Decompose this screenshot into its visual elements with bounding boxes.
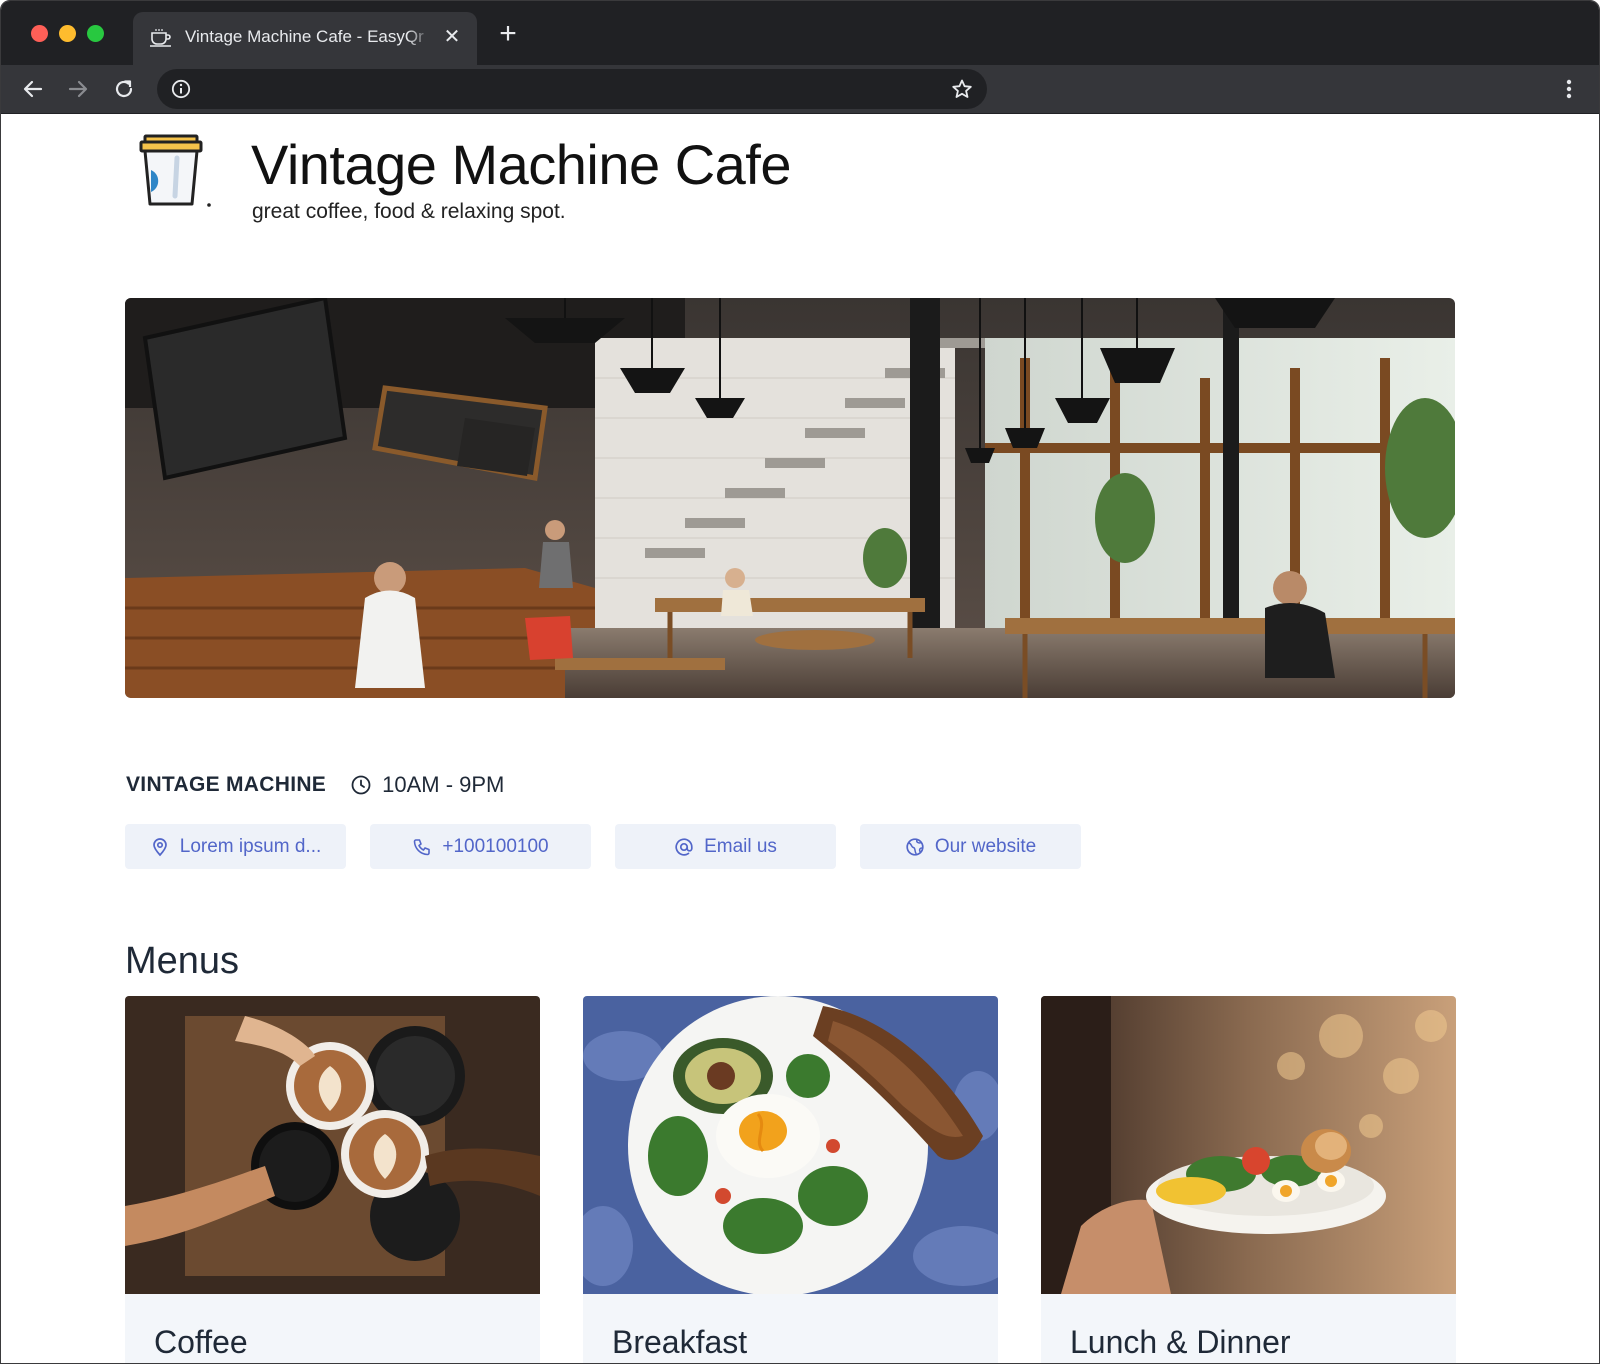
lunch-dinner-photo bbox=[1041, 996, 1456, 1294]
menu-card-lunch-dinner[interactable]: Lunch & Dinner bbox=[1041, 996, 1456, 1363]
bookmark-star-icon[interactable] bbox=[951, 78, 973, 100]
website-label: Our website bbox=[934, 835, 1037, 857]
new-tab-button[interactable]: + bbox=[495, 19, 521, 49]
address-button[interactable]: Lorem ipsum d... bbox=[125, 824, 346, 869]
phone-button[interactable]: +100100100 bbox=[370, 824, 591, 869]
breakfast-photo bbox=[583, 996, 998, 1294]
globe-icon bbox=[906, 837, 924, 856]
email-label: Email us bbox=[704, 835, 777, 857]
contact-chips: Lorem ipsum d... +100100100 Email us Our… bbox=[125, 824, 1081, 869]
tab-strip: Vintage Machine Cafe - EasyQr ✕ + bbox=[1, 1, 1599, 65]
coffee-cup-logo bbox=[139, 134, 211, 207]
web-page: Vintage Machine Cafe great coffee, food … bbox=[1, 114, 1599, 1363]
menu-card-coffee[interactable]: Coffee bbox=[125, 996, 540, 1363]
at-sign-icon bbox=[675, 837, 693, 856]
menus-heading: Menus bbox=[125, 940, 240, 982]
close-window-button[interactable] bbox=[31, 25, 48, 42]
more-options-icon[interactable] bbox=[1559, 75, 1579, 103]
cafe-name: Vintage Machine Cafe bbox=[251, 133, 792, 196]
phone-icon bbox=[414, 838, 431, 855]
business-name: VINTAGE MACHINE bbox=[126, 773, 327, 796]
email-button[interactable]: Email us bbox=[615, 824, 836, 869]
forward-arrow-icon[interactable] bbox=[64, 75, 92, 103]
close-tab-icon[interactable]: ✕ bbox=[441, 26, 463, 48]
opening-hours: 10AM - 9PM bbox=[382, 772, 505, 797]
minimize-window-button[interactable] bbox=[59, 25, 76, 42]
browser-tab[interactable]: Vintage Machine Cafe - EasyQr ✕ bbox=[133, 12, 477, 65]
menu-card-title: Coffee bbox=[154, 1324, 248, 1360]
cafe-interior-photo bbox=[125, 298, 1455, 698]
menu-cards: Coffee Breakfast Lunch & Dinner bbox=[125, 996, 1456, 1363]
website-button[interactable]: Our website bbox=[860, 824, 1081, 869]
address-bar[interactable] bbox=[157, 69, 987, 109]
clock-icon bbox=[351, 775, 371, 795]
menu-card-title: Lunch & Dinner bbox=[1070, 1324, 1291, 1360]
coffee-cup-icon bbox=[150, 29, 171, 47]
address-label: Lorem ipsum d... bbox=[179, 835, 322, 857]
site-info-icon[interactable] bbox=[171, 79, 191, 99]
business-info-row: VINTAGE MACHINE 10AM - 9PM bbox=[126, 770, 504, 800]
reload-icon[interactable] bbox=[110, 75, 138, 103]
phone-label: +100100100 bbox=[442, 835, 549, 857]
back-arrow-icon[interactable] bbox=[19, 75, 47, 103]
location-pin-icon bbox=[152, 837, 167, 856]
browser-window: Vintage Machine Cafe - EasyQr ✕ + Vintag… bbox=[0, 0, 1600, 1364]
browser-toolbar bbox=[1, 65, 1599, 114]
tab-title: Vintage Machine Cafe - EasyQr bbox=[185, 27, 431, 47]
cafe-tagline: great coffee, food & relaxing spot. bbox=[252, 200, 566, 223]
menu-card-title: Breakfast bbox=[612, 1324, 748, 1360]
menu-card-breakfast[interactable]: Breakfast bbox=[583, 996, 998, 1363]
coffee-photo bbox=[125, 996, 540, 1294]
zoom-window-button[interactable] bbox=[87, 25, 104, 42]
